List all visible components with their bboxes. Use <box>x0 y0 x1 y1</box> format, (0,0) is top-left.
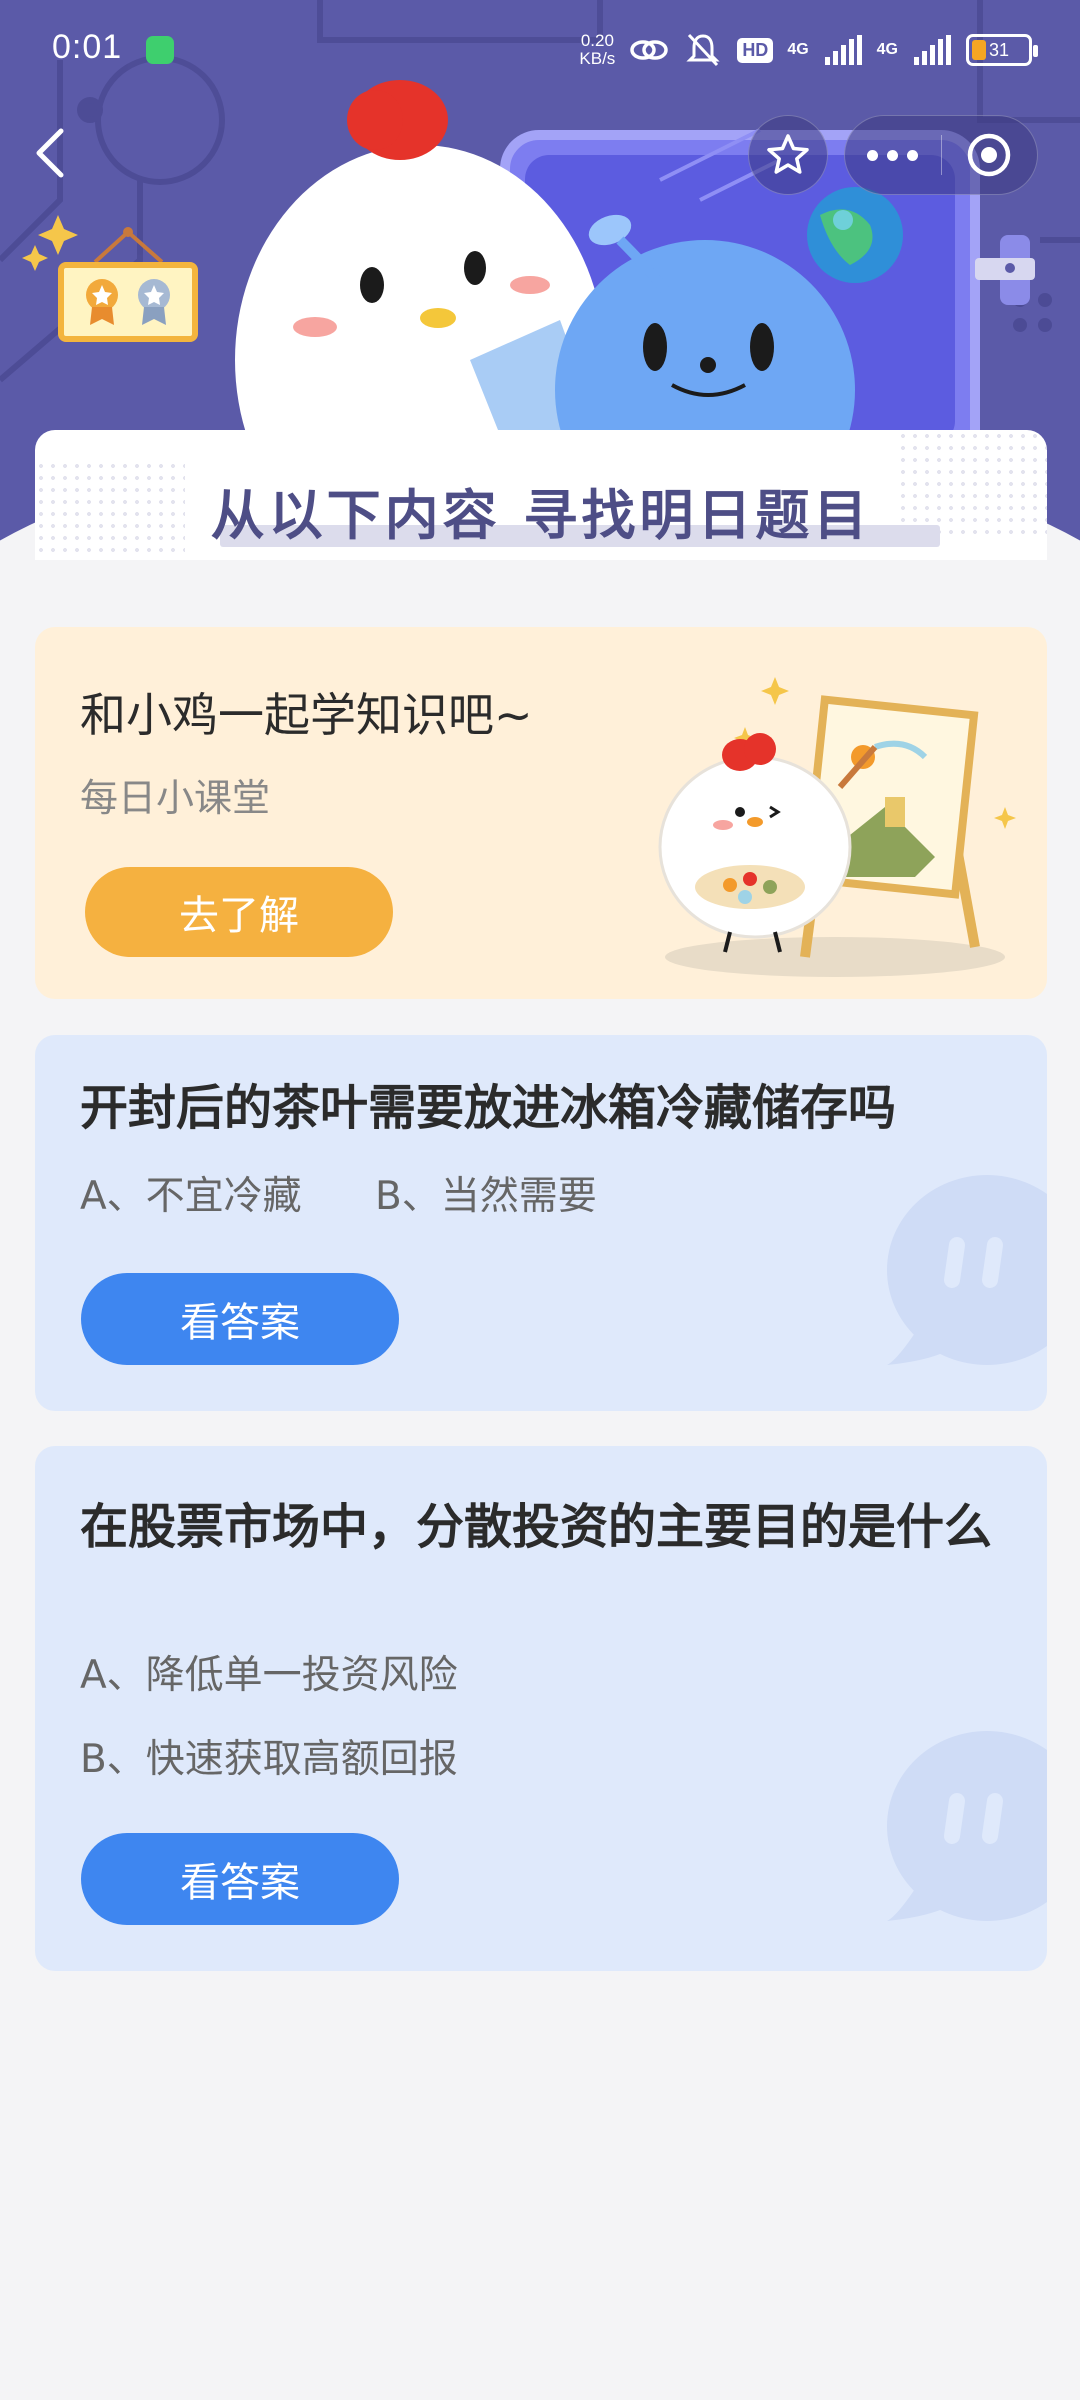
app-notification-icon <box>146 36 174 64</box>
medal-badge-frame <box>58 262 198 342</box>
lesson-subtitle: 每日小课堂 <box>80 776 271 820</box>
question-1-view-answer-button[interactable]: 看答案 <box>81 1273 399 1365</box>
favorite-button[interactable] <box>748 115 828 195</box>
more-dot <box>887 149 899 161</box>
chat-bubble-icon <box>887 1175 1047 1365</box>
question-2-option-b: B、快速获取高额回报 <box>80 1737 458 1782</box>
back-button[interactable] <box>20 118 80 188</box>
network-speed-unit: KB/s <box>579 49 616 68</box>
question-1-option-b: B、当然需要 <box>375 1174 597 1219</box>
more-dot <box>907 149 919 161</box>
status-bar: 0:01 0.20 KB/s HD 4G 4G 31 <box>0 0 1080 100</box>
silver-medal-icon <box>138 279 170 325</box>
status-icons: 0.20 KB/s HD 4G 4G 31 <box>579 28 1038 72</box>
header-banner: 0:01 0.20 KB/s HD 4G 4G 31 从以下内容 寻找明日题目 <box>0 0 1080 560</box>
network-speed-value: 0.20 <box>580 31 614 50</box>
star-outline-icon <box>767 134 809 174</box>
close-button[interactable] <box>942 115 1038 195</box>
tomorrow-question-banner: 从以下内容 寻找明日题目 <box>35 430 1047 560</box>
chat-bubble-icon <box>887 1731 1047 1921</box>
hd-badge: HD <box>737 37 774 63</box>
learn-more-button[interactable]: 去了解 <box>85 867 393 957</box>
banner-title: 从以下内容 寻找明日题目 <box>210 483 872 547</box>
question-card-1: 开封后的茶叶需要放进冰箱冷藏储存吗 A、不宜冷藏 B、当然需要 看答案 <box>35 1035 1047 1411</box>
network-speed: 0.20 KB/s <box>579 32 615 68</box>
target-close-icon <box>968 133 1011 177</box>
question-2-option-a: A、降低单一投资风险 <box>80 1653 458 1698</box>
lesson-title: 和小鸡一起学知识吧~ <box>80 688 533 742</box>
question-card-2: 在股票市场中，分散投资的主要目的是什么 A、降低单一投资风险 B、快速获取高额回… <box>35 1446 1047 1971</box>
question-2-title: 在股票市场中，分散投资的主要目的是什么 <box>80 1499 993 1555</box>
more-button[interactable] <box>845 115 941 195</box>
chicken-painting-illustration <box>658 677 1016 977</box>
question-1-option-a: A、不宜冷藏 <box>80 1174 302 1219</box>
signal-bars-1-icon <box>823 30 863 70</box>
battery-level: 31 <box>988 39 1010 60</box>
signal-2-label: 4G <box>876 41 898 58</box>
dots-decoration-left <box>35 460 185 560</box>
battery-indicator: 31 <box>966 34 1038 66</box>
dots-decoration-right <box>897 430 1047 540</box>
link-icon <box>629 30 669 70</box>
gold-medal-icon <box>86 279 118 325</box>
daily-lesson-card: 和小鸡一起学知识吧~ 每日小课堂 去了解 <box>35 627 1047 999</box>
question-2-view-answer-button[interactable]: 看答案 <box>81 1833 399 1925</box>
question-1-title: 开封后的茶叶需要放进冰箱冷藏储存吗 <box>80 1080 897 1136</box>
more-dots-icon <box>867 149 879 161</box>
mini-program-capsule <box>844 115 1038 195</box>
mute-bell-icon <box>683 30 723 70</box>
signal-bars-2-icon <box>912 30 952 70</box>
battery-fill <box>972 40 986 60</box>
status-time: 0:01 <box>52 28 123 66</box>
back-chevron-icon <box>36 128 64 178</box>
signal-1-label: 4G <box>787 41 809 58</box>
